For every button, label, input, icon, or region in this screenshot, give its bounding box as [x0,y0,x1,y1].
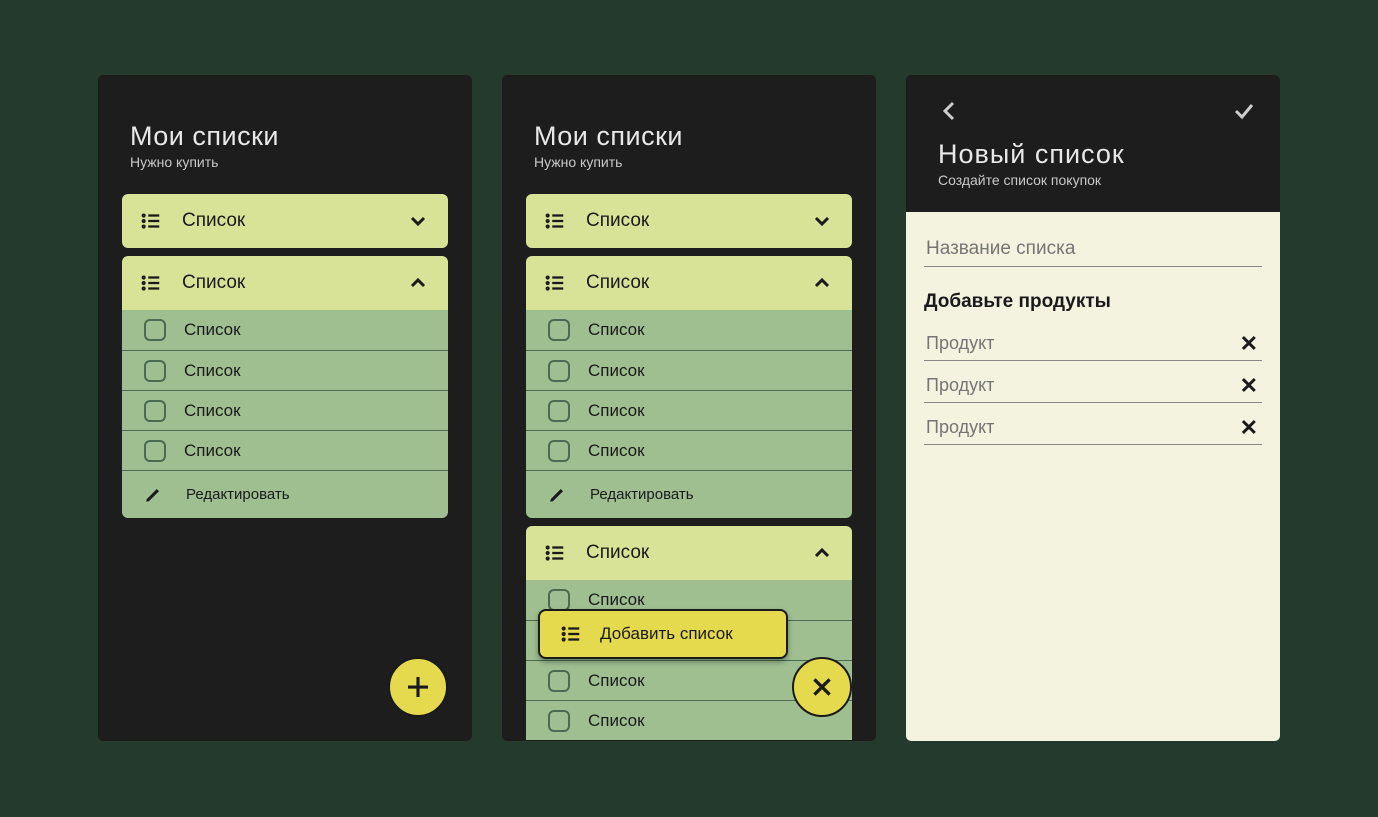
list-icon [560,623,582,645]
header: Мои списки Нужно купить [502,75,876,194]
add-list-popup[interactable]: Добавить список [538,609,788,659]
product-row: ✕ [924,327,1262,361]
list-icon [544,210,566,232]
product-input[interactable] [924,327,1236,360]
screen-new-list: Новый список Создайте список покупок Доб… [906,75,1280,741]
list-row-label: Список [182,272,245,294]
list-row-label: Список [586,542,649,564]
checkbox[interactable] [144,360,166,382]
remove-icon[interactable]: ✕ [1236,415,1262,441]
list-item-label: Список [588,671,645,691]
product-row: ✕ [924,369,1262,403]
confirm-icon[interactable] [1232,99,1256,123]
page-subtitle: Создайте список покупок [938,172,1256,188]
list-item-label: Список [184,401,241,421]
list-icon [544,272,566,294]
close-icon [809,674,835,700]
pencil-icon [548,486,566,504]
product-input[interactable] [924,411,1236,444]
edit-button[interactable]: Редактировать [526,470,852,518]
list-row-expanded[interactable]: Список [526,526,852,580]
checkbox[interactable] [548,589,570,611]
checkbox[interactable] [144,440,166,462]
list-item-label: Список [588,320,645,340]
remove-icon[interactable]: ✕ [1236,373,1262,399]
list-item[interactable]: Список [122,430,448,470]
close-fab[interactable] [792,657,852,717]
header: Новый список Создайте список покупок [906,75,1280,212]
list-row-label: Список [182,210,245,232]
list-item-label: Список [588,590,645,610]
chevron-down-icon [810,209,834,233]
sub-list: Список Список Список Список [526,580,852,740]
page-subtitle: Нужно купить [534,154,852,170]
list-item-label: Список [184,441,241,461]
list-item[interactable]: Список [122,310,448,350]
checkbox[interactable] [548,360,570,382]
list-icon [140,210,162,232]
checkbox[interactable] [548,670,570,692]
list-item[interactable]: Список [526,430,852,470]
remove-icon[interactable]: ✕ [1236,331,1262,357]
list-item-label: Список [588,711,645,731]
list-item-label: Список [588,401,645,421]
product-row: ✕ [924,411,1262,445]
checkbox[interactable] [548,710,570,732]
checkbox[interactable] [144,400,166,422]
chevron-up-icon [810,271,834,295]
list-item-label: Список [588,441,645,461]
add-list-label: Добавить список [600,624,733,644]
list-row-collapsed[interactable]: Список [122,194,448,248]
list-item[interactable]: Список [122,350,448,390]
list-item[interactable]: Список [526,350,852,390]
list-item[interactable]: Список [526,310,852,350]
list-row-label: Список [586,210,649,232]
add-fab[interactable] [388,657,448,717]
checkbox[interactable] [548,319,570,341]
page-subtitle: Нужно купить [130,154,448,170]
pencil-icon [144,486,162,504]
screen-my-lists-popup: Мои списки Нужно купить Список Список Сп… [502,75,876,741]
page-title: Мои списки [534,121,852,152]
list-item-label: Список [184,320,241,340]
list-item-label: Список [184,361,241,381]
plus-icon [403,672,433,702]
edit-label: Редактировать [186,486,290,503]
checkbox[interactable] [548,400,570,422]
sub-list: Список Список Список Список Редактироват… [122,310,448,518]
edit-label: Редактировать [590,486,694,503]
list-name-input[interactable] [924,232,1262,267]
chevron-up-icon [810,541,834,565]
list-icon [140,272,162,294]
back-icon[interactable] [938,99,962,123]
list-item[interactable]: Список [122,390,448,430]
list-item[interactable]: Список [526,390,852,430]
page-title: Мои списки [130,121,448,152]
edit-button[interactable]: Редактировать [122,470,448,518]
list-row-label: Список [586,272,649,294]
page-title: Новый список [938,139,1256,170]
product-input[interactable] [924,369,1236,402]
chevron-up-icon [406,271,430,295]
chevron-down-icon [406,209,430,233]
list-row-expanded[interactable]: Список [526,256,852,310]
list-icon [544,542,566,564]
section-title: Добавьте продукты [924,291,1262,313]
list-item-label: Список [588,361,645,381]
form-area: Добавьте продукты ✕ ✕ ✕ [906,212,1280,741]
list-row-collapsed[interactable]: Список [526,194,852,248]
header: Мои списки Нужно купить [98,75,472,194]
checkbox[interactable] [548,440,570,462]
list-row-expanded[interactable]: Список [122,256,448,310]
checkbox[interactable] [144,319,166,341]
sub-list: Список Список Список Список Редактироват… [526,310,852,518]
screen-my-lists: Мои списки Нужно купить Список Список Сп… [98,75,472,741]
